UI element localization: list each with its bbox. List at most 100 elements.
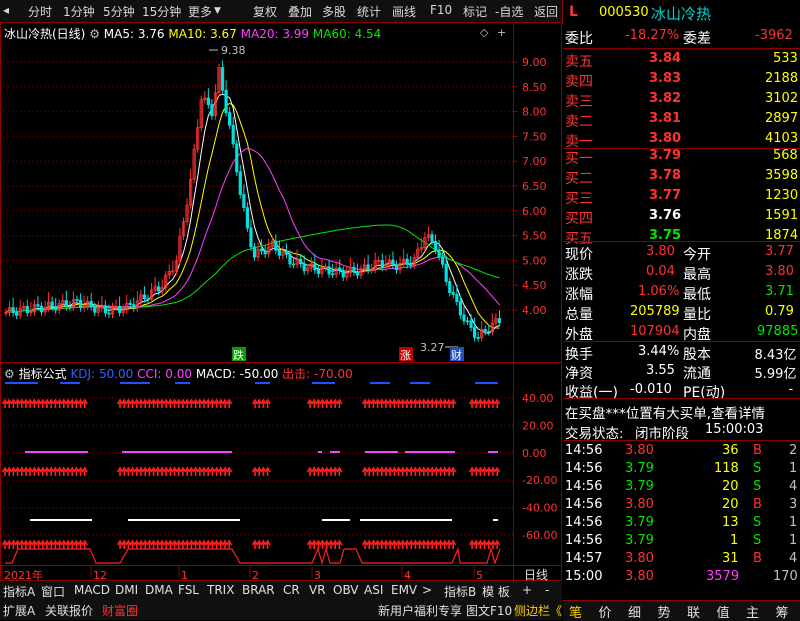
tab-dmi[interactable]: DMI (115, 583, 138, 597)
stat-value-4: 107904 (630, 324, 680, 339)
separator (563, 341, 800, 342)
fin-label-1: 净资 (565, 366, 593, 382)
candle-body (316, 269, 321, 274)
side-tab-3[interactable]: 势 (658, 602, 671, 621)
candle-body (458, 301, 463, 316)
price-tick-label: 7.00 (522, 155, 547, 168)
tool-fuquan[interactable]: 复权 (253, 3, 277, 20)
tab-fenshi[interactable]: 分时 (28, 3, 52, 20)
diamond-icon[interactable]: ◇ (480, 26, 488, 39)
tab-emv[interactable]: EMV (391, 583, 417, 597)
tab-chuangkou[interactable]: 窗口 (41, 583, 65, 600)
side-tab-2[interactable]: 细 (628, 602, 641, 621)
tab-macd[interactable]: MACD (74, 583, 110, 597)
tab-asi[interactable]: ASI (364, 583, 383, 597)
separator (563, 48, 800, 49)
tab-dma[interactable]: DMA (145, 583, 173, 597)
tool-tongji[interactable]: 统计 (357, 3, 381, 20)
tab-15min[interactable]: 15分钟 (142, 3, 181, 20)
tab-more[interactable]: 更多 (188, 3, 212, 20)
low-label: 3.27 (420, 341, 445, 354)
tool-biaoji[interactable]: 标记 (463, 3, 487, 20)
tabs-next-icon[interactable]: > (422, 583, 432, 597)
tick-count-6: 4 (789, 551, 798, 566)
indicator-settings-icon[interactable]: ⚙ (4, 367, 15, 381)
tick-vol-1: 118 (714, 461, 739, 476)
tab-obv[interactable]: OBV (333, 583, 359, 597)
event-marker-label: 财 (451, 348, 462, 362)
ask-label-2: 卖三 (565, 94, 593, 110)
tab-caifuquan[interactable]: 财富圈 (102, 602, 138, 619)
bid-label-1: 买二 (565, 171, 593, 187)
tab-guanlian[interactable]: 关联报价 (45, 602, 93, 619)
ask-price-3: 3.81 (649, 111, 682, 126)
candle-body (132, 304, 136, 309)
bid-vol-3: 1591 (765, 208, 799, 223)
side-tab-4[interactable]: 联 (687, 602, 700, 621)
status-label: 交易状态: (565, 426, 624, 442)
zoom-in-button[interactable]: + (522, 583, 532, 597)
sidebar-link[interactable]: 侧边栏《 (514, 602, 562, 619)
indicator-tick-label: 40.00 (522, 392, 554, 405)
candle-body (249, 227, 253, 248)
kdj-signal-arrow (226, 398, 233, 408)
kdj-signal-arrow (81, 398, 88, 408)
tab-zhibiao-a[interactable]: 指标A (3, 583, 35, 600)
side-tab-5[interactable]: 值 (717, 602, 730, 621)
tool-diejia[interactable]: 叠加 (288, 3, 312, 20)
tab-fsl[interactable]: FSL (178, 583, 199, 597)
promo-link[interactable]: 新用户福利专享 (378, 602, 462, 619)
tool-huaxian[interactable]: 画线 (392, 3, 416, 20)
chuji-value: 出击: -70.00 (282, 367, 353, 381)
zoom-out-button[interactable]: - (545, 583, 549, 597)
stat-label-0: 现价 (565, 247, 593, 263)
side-tab-1[interactable]: 价 (599, 602, 612, 621)
big-order-notice[interactable]: 在买盘***位置有大买单,查看详情 (565, 402, 765, 422)
tick-price-5: 3.79 (625, 533, 654, 548)
tab-vr[interactable]: VR (309, 583, 326, 597)
weibi-label: 委比 (565, 31, 593, 47)
tab-kuozhan-a[interactable]: 扩展A (3, 602, 35, 619)
tab-cr[interactable]: CR (283, 583, 300, 597)
tick-count-5: 1 (789, 533, 798, 548)
bid-price-0: 3.79 (649, 148, 682, 163)
tab-5min[interactable]: 5分钟 (103, 3, 135, 20)
tab-trix[interactable]: TRIX (207, 583, 234, 597)
fin-value2-2: - (788, 382, 794, 397)
settings-icon[interactable]: ⚙ (89, 27, 100, 41)
tab-zhibiao-b[interactable]: 指标B (444, 583, 476, 600)
indicator-title[interactable]: 指标公式 (19, 367, 67, 381)
kline-chart[interactable]: 9.00 8.50 8.00 7.50 7.00 6.50 6.00 5.50 5.00 4.50… (0, 22, 562, 620)
side-tab-0[interactable]: 笔 (569, 602, 582, 621)
fin-value2-1: 5.99亿 (754, 367, 797, 382)
back-icon[interactable]: ◂ (3, 3, 9, 17)
expand-icon[interactable]: + (497, 26, 506, 39)
candle-body (25, 306, 29, 314)
f10-link[interactable]: 图文F10 (466, 602, 512, 619)
side-tab-7[interactable]: 筹 (776, 602, 789, 621)
tick-time-1: 14:56 (565, 461, 603, 476)
indicator-tick-label: 20.00 (522, 419, 554, 432)
date-label: 5 (476, 569, 483, 582)
side-tab-6[interactable]: 主 (746, 602, 759, 621)
candle-body (252, 246, 257, 258)
tool-duogu[interactable]: 多股 (322, 3, 346, 20)
ask-price-4: 3.80 (649, 131, 682, 146)
fin-label2-0: 股本 (683, 347, 711, 363)
tool-f10[interactable]: F10 (430, 3, 452, 17)
stat-value2-1: 3.80 (765, 264, 794, 279)
candle-body (391, 259, 395, 266)
tick-price-4: 3.79 (625, 515, 654, 530)
more-dropdown-icon[interactable]: ▼ (214, 6, 221, 16)
tab-1min[interactable]: 1分钟 (63, 3, 95, 20)
candle-body (118, 305, 122, 313)
tool-zixuan[interactable]: -自选 (495, 3, 523, 20)
tick-count-4: 1 (789, 515, 798, 530)
tab-brar[interactable]: BRAR (242, 583, 275, 597)
bid-label-0: 买一 (565, 151, 593, 167)
period-label: 日线 (524, 568, 548, 582)
tab-moban[interactable]: 模 板 (482, 583, 510, 600)
tool-fanhui[interactable]: 返回 (534, 3, 558, 20)
cci-signal-arrow (264, 466, 271, 476)
fin-value2-0: 8.43亿 (754, 348, 797, 363)
